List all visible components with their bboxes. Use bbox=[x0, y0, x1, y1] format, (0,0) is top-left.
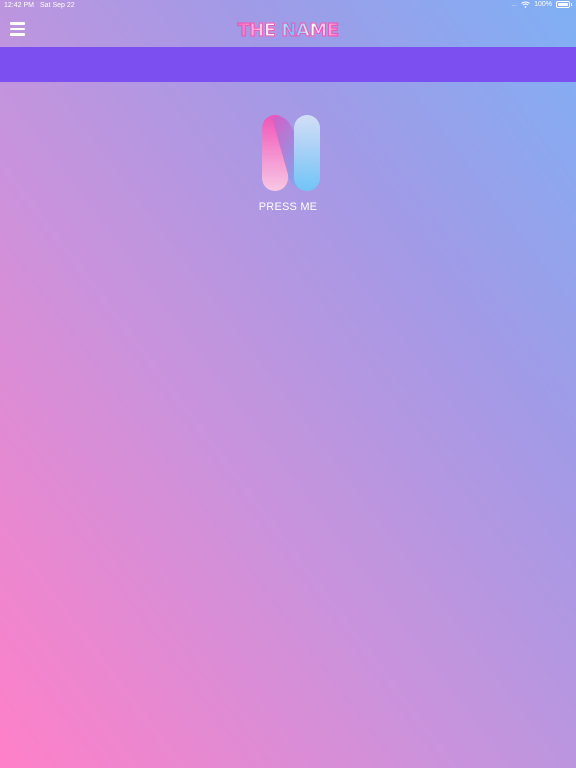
status-date: Sat Sep 22 bbox=[40, 2, 75, 9]
press-me-label: PRESS ME bbox=[258, 201, 318, 213]
nav-bar: THE NAME bbox=[0, 12, 576, 47]
status-time: 12:42 PM bbox=[4, 2, 34, 9]
menu-line bbox=[10, 27, 25, 31]
banner bbox=[0, 47, 576, 82]
battery-icon bbox=[556, 1, 570, 8]
hamburger-menu-icon[interactable] bbox=[10, 22, 26, 36]
menu-line bbox=[10, 33, 25, 36]
app-logo: THE NAME bbox=[236, 18, 340, 42]
battery-percent: 100% bbox=[534, 1, 552, 8]
signal-icon: .... bbox=[511, 1, 518, 8]
app-logo-text: THE NAME bbox=[237, 19, 340, 41]
wifi-icon bbox=[521, 1, 530, 8]
n-logo-icon bbox=[262, 115, 320, 191]
menu-line bbox=[10, 22, 25, 25]
battery-tip bbox=[571, 3, 572, 6]
press-me-button[interactable]: PRESS ME bbox=[244, 112, 332, 222]
status-right: .... 100% bbox=[512, 1, 572, 8]
status-bar: 12:42 PM Sat Sep 22 .... 100% bbox=[0, 0, 576, 12]
